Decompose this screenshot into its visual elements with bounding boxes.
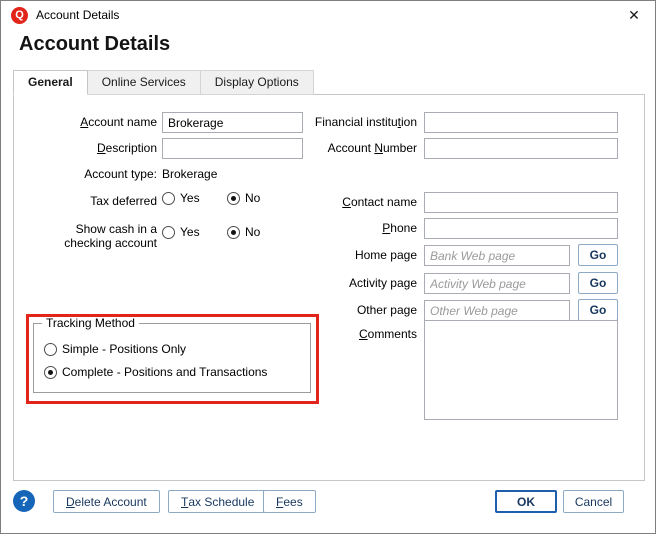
other-page-label: Other page — [274, 303, 417, 317]
phone-input[interactable] — [424, 218, 618, 239]
close-icon[interactable]: ✕ — [623, 4, 645, 26]
home-page-go-button[interactable]: Go — [578, 244, 618, 266]
tab-bar: General Online Services Display Options — [13, 70, 313, 95]
contact-name-input[interactable] — [424, 192, 618, 213]
other-page-go-button[interactable]: Go — [578, 299, 618, 321]
comments-textarea[interactable] — [424, 320, 618, 420]
home-page-label: Home page — [274, 248, 417, 262]
activity-page-label: Activity page — [274, 276, 417, 290]
comments-label: Comments — [294, 327, 417, 341]
tracking-method-title: Tracking Method — [42, 316, 139, 330]
window-title: Account Details — [36, 8, 119, 22]
contact-name-label: Contact name — [274, 195, 417, 209]
radio-label: No — [245, 191, 260, 205]
radio-circle-icon — [227, 226, 240, 239]
page-title: Account Details — [19, 33, 170, 56]
tracking-method-groupbox: Tracking Method Simple - Positions Only … — [33, 323, 311, 393]
tax-deferred-label: Tax deferred — [34, 194, 157, 208]
delete-account-button[interactable]: Delete Account — [53, 490, 160, 513]
general-tab-panel: Account name Description Account type: B… — [13, 94, 645, 481]
radio-label: Complete - Positions and Transactions — [62, 365, 267, 379]
account-details-dialog: Q Account Details ✕ Account Details Gene… — [0, 0, 656, 534]
titlebar: Q Account Details ✕ — [1, 1, 655, 29]
show-cash-no-radio[interactable]: No — [227, 225, 260, 239]
phone-label: Phone — [274, 221, 417, 235]
tab-display-options[interactable]: Display Options — [200, 70, 314, 95]
radio-circle-icon — [162, 192, 175, 205]
account-number-label: Account Number — [274, 141, 417, 155]
show-cash-yes-radio[interactable]: Yes — [162, 225, 200, 239]
description-label: Description — [34, 141, 157, 155]
quicken-logo-icon: Q — [11, 7, 28, 24]
tab-online-services[interactable]: Online Services — [87, 70, 201, 95]
tracking-simple-radio[interactable]: Simple - Positions Only — [44, 342, 186, 356]
tracking-complete-radio[interactable]: Complete - Positions and Transactions — [44, 365, 267, 379]
account-number-input[interactable] — [424, 138, 618, 159]
radio-label: Simple - Positions Only — [62, 342, 186, 356]
radio-circle-icon — [227, 192, 240, 205]
tax-schedule-button[interactable]: Tax Schedule — [168, 490, 267, 513]
radio-label: No — [245, 225, 260, 239]
financial-institution-input[interactable] — [424, 112, 618, 133]
radio-label: Yes — [180, 225, 200, 239]
financial-institution-label: Financial institution — [274, 115, 417, 129]
radio-circle-icon — [44, 343, 57, 356]
account-name-label: Account name — [34, 115, 157, 129]
radio-circle-icon — [44, 366, 57, 379]
activity-page-go-button[interactable]: Go — [578, 272, 618, 294]
other-page-input[interactable] — [424, 300, 570, 321]
account-type-label: Account type: — [34, 167, 157, 181]
tax-deferred-yes-radio[interactable]: Yes — [162, 191, 200, 205]
show-cash-label: Show cash in a checking account — [34, 222, 157, 250]
help-button[interactable]: ? — [13, 490, 35, 512]
fees-button[interactable]: Fees — [263, 490, 316, 513]
activity-page-input[interactable] — [424, 273, 570, 294]
tab-general[interactable]: General — [13, 70, 88, 95]
ok-button[interactable]: OK — [495, 490, 557, 513]
account-type-value: Brokerage — [162, 167, 217, 181]
tax-deferred-no-radio[interactable]: No — [227, 191, 260, 205]
radio-label: Yes — [180, 191, 200, 205]
cancel-button[interactable]: Cancel — [563, 490, 624, 513]
home-page-input[interactable] — [424, 245, 570, 266]
radio-circle-icon — [162, 226, 175, 239]
